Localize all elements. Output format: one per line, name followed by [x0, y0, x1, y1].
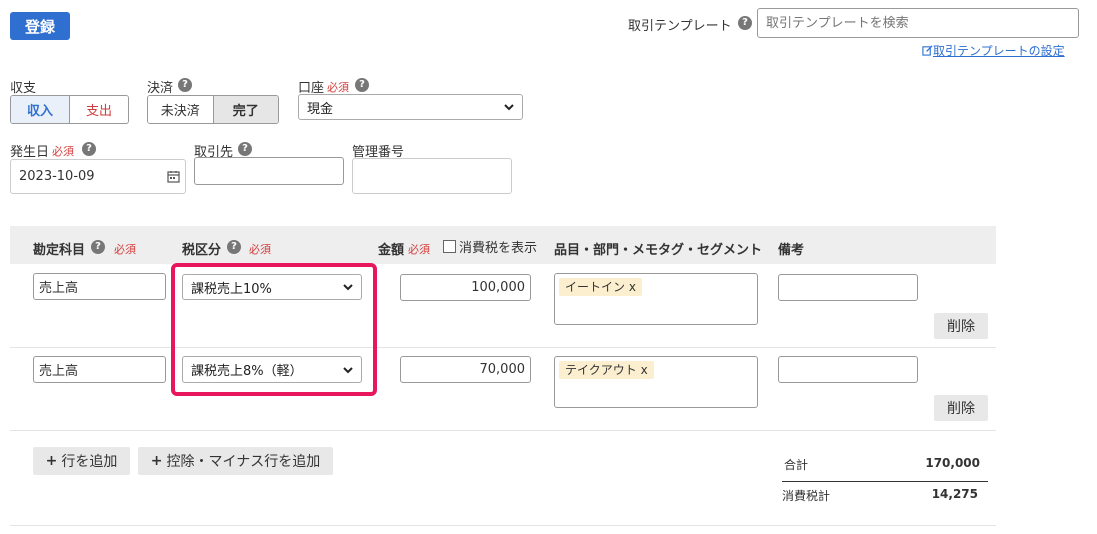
tag-input[interactable]: イートイン x	[554, 273, 758, 325]
date-input[interactable]: 2023-10-09	[10, 159, 186, 194]
amount-input[interactable]: 70,000	[400, 356, 531, 383]
date-input-value: 2023-10-09	[19, 169, 95, 184]
account-item-input[interactable]: 売上高	[33, 273, 166, 300]
settlement-toggle: 未決済 完了	[147, 95, 279, 124]
tag-label: イートイン	[565, 280, 626, 294]
add-row-button[interactable]: + 行を追加	[33, 447, 130, 475]
amount-value: 70,000	[479, 362, 526, 377]
totals-divider	[782, 481, 988, 482]
date-label: 発生日	[10, 145, 50, 160]
tag-label: テイクアウト	[565, 363, 637, 377]
unsettled-button[interactable]: 未決済	[148, 96, 214, 123]
tag-remove-icon[interactable]: x	[641, 363, 648, 377]
delete-row-button[interactable]: 削除	[934, 313, 988, 339]
account-item-input[interactable]: 売上高	[33, 356, 166, 383]
template-settings-label: 取引テンプレートの設定	[933, 44, 1065, 58]
row-divider	[10, 430, 996, 431]
show-tax-label: 消費税を表示	[459, 241, 538, 256]
required-badge: 必須	[114, 243, 136, 256]
partner-input[interactable]	[194, 157, 344, 185]
tag-chip: イートイン x	[559, 278, 642, 296]
plus-icon: +	[150, 453, 163, 469]
template-search-input[interactable]	[757, 8, 1079, 38]
help-icon[interactable]: ?	[91, 240, 105, 254]
help-icon[interactable]: ?	[738, 16, 752, 30]
income-expense-toggle: 収入 支出	[10, 95, 129, 124]
total-value: 170,000	[925, 456, 980, 470]
delete-row-button[interactable]: 削除	[934, 395, 988, 421]
amount-header: 金額	[378, 243, 405, 258]
ref-number-input[interactable]	[352, 158, 512, 194]
tax-category-highlight	[171, 263, 377, 396]
tag-chip: テイクアウト x	[559, 361, 654, 379]
income-expense-label: 収支	[10, 81, 37, 96]
settled-button[interactable]: 完了	[213, 96, 278, 123]
plus-icon: +	[45, 453, 58, 469]
item-dept-header: 品目・部門・メモタグ・セグメント	[554, 243, 763, 258]
footer-divider	[10, 525, 996, 526]
tax-total-label: 消費税計	[782, 489, 831, 503]
tax-total-value: 14,275	[931, 487, 978, 501]
add-row-label: 行を追加	[61, 454, 118, 470]
calendar-icon[interactable]	[167, 170, 180, 183]
amount-input[interactable]: 100,000	[400, 274, 531, 301]
add-deduction-row-button[interactable]: + 控除・マイナス行を追加	[138, 447, 333, 475]
template-settings-link[interactable]: 取引テンプレートの設定	[922, 42, 1065, 59]
amount-value: 100,000	[471, 280, 525, 295]
remarks-input[interactable]	[778, 356, 918, 383]
add-deduction-row-label: 控除・マイナス行を追加	[166, 454, 321, 470]
required-badge: 必須	[327, 81, 349, 94]
tag-input[interactable]: テイクアウト x	[554, 356, 758, 408]
remarks-input[interactable]	[778, 274, 918, 301]
required-badge: 必須	[408, 243, 430, 256]
required-badge: 必須	[52, 145, 74, 158]
help-icon[interactable]: ?	[82, 142, 96, 156]
account-item-value: 売上高	[39, 364, 79, 379]
help-icon[interactable]: ?	[178, 78, 192, 92]
checkbox-icon	[443, 240, 456, 253]
tag-remove-icon[interactable]: x	[629, 280, 636, 294]
template-label: 取引テンプレート	[628, 19, 732, 34]
settlement-label: 決済	[147, 81, 174, 96]
remarks-header: 備考	[778, 243, 805, 258]
income-button[interactable]: 収入	[11, 96, 70, 123]
help-icon[interactable]: ?	[227, 240, 241, 254]
help-icon[interactable]: ?	[238, 142, 252, 156]
register-button[interactable]: 登録	[10, 12, 70, 40]
edit-icon	[922, 45, 933, 56]
account-select-value: 現金	[307, 101, 334, 117]
account-item-value: 売上高	[39, 281, 79, 296]
chevron-down-icon	[504, 104, 514, 111]
account-item-header: 勘定科目	[33, 243, 86, 258]
help-icon[interactable]: ?	[355, 78, 369, 92]
account-select[interactable]: 現金	[298, 94, 523, 120]
row-divider	[10, 347, 996, 348]
required-badge: 必須	[249, 243, 271, 256]
show-tax-checkbox[interactable]: 消費税を表示	[443, 237, 537, 256]
expense-button[interactable]: 支出	[70, 96, 128, 123]
tax-category-header: 税区分	[182, 243, 222, 258]
total-label: 合計	[784, 458, 809, 472]
